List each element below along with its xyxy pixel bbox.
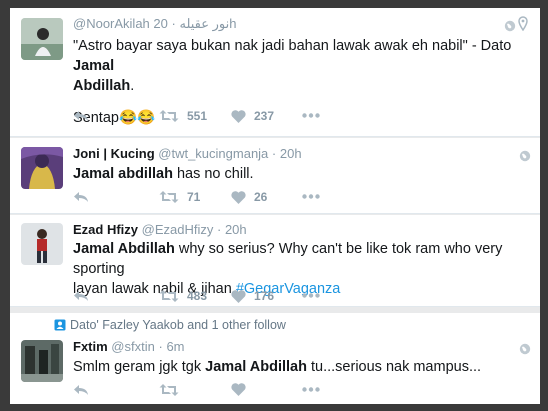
retweet-icon — [159, 110, 179, 122]
timestamp[interactable]: 20h — [225, 222, 247, 237]
like-icon — [231, 383, 246, 396]
tweet-text: Jamal abdillah has no chill. — [73, 164, 513, 184]
social-context-text[interactable]: Dato' Fazley Yaakob and 1 other follow — [70, 318, 286, 332]
highlight-text: Jamal abdillah — [73, 166, 173, 182]
retweet-button[interactable] — [159, 383, 179, 397]
more-button[interactable] — [302, 387, 320, 392]
globe-icon — [519, 342, 531, 355]
display-name[interactable]: Ezad Hfizy — [73, 222, 138, 237]
avatar[interactable] — [21, 18, 63, 60]
highlight-text: Jamal — [73, 58, 115, 74]
like-button[interactable]: 237 — [231, 109, 274, 123]
like-count: 176 — [254, 289, 275, 303]
more-icon — [302, 387, 320, 392]
tweet-text: "Astro bayar saya bukan nak jadi bahan l… — [73, 36, 513, 128]
tweet-text-part: "Astro bayar saya bukan nak jadi bahan l… — [73, 38, 512, 54]
tweet-text-part: . — [130, 78, 135, 94]
handle[interactable]: @EzadHfizy — [142, 222, 214, 237]
like-icon — [231, 109, 246, 123]
highlight-text: Abdillah — [73, 78, 131, 94]
tweet-text-part: tu...serious nak mampus... — [306, 359, 482, 375]
retweet-button[interactable]: 71 — [159, 190, 200, 204]
tweet-text: Smlm geram jgk tgk Jamal Abdillah tu...s… — [73, 357, 513, 377]
tweet-card[interactable]: Ezad Hfizy @EzadHfizy · 20h Jamal Abdill… — [10, 215, 540, 307]
retweet-count: 551 — [187, 109, 208, 123]
like-button[interactable] — [231, 383, 246, 396]
reply-icon — [74, 192, 88, 202]
reply-icon — [74, 111, 88, 121]
more-button[interactable] — [302, 293, 320, 298]
tweet-card[interactable]: Joni | Kucing @twt_kucingmanja · 20h Jam… — [10, 138, 540, 214]
like-icon — [231, 289, 246, 303]
retweet-icon — [159, 290, 179, 302]
tweet-header: Ezad Hfizy @EzadHfizy · 20h — [73, 222, 247, 237]
tweet-header: Fxtim @sfxtin · 6m — [73, 339, 185, 354]
avatar[interactable] — [21, 147, 63, 189]
tweet-text-part: has no chill. — [172, 166, 254, 182]
follow-icon — [54, 319, 66, 334]
like-count: 26 — [254, 190, 268, 204]
tweet-header: @NoorAkilah نور عقيله · 20h — [73, 16, 236, 32]
display-name[interactable]: @NoorAkilah نور عقيله — [73, 16, 229, 31]
like-count: 237 — [254, 109, 275, 123]
reply-button[interactable] — [73, 383, 89, 397]
dot-separator: · — [216, 222, 222, 237]
globe-icon — [504, 19, 516, 32]
reply-button[interactable] — [73, 289, 89, 303]
reply-icon — [74, 291, 88, 301]
like-button[interactable]: 176 — [231, 289, 274, 303]
avatar[interactable] — [21, 340, 63, 382]
avatar[interactable] — [21, 223, 63, 265]
retweet-count: 483 — [187, 289, 208, 303]
dot-separator: · — [158, 339, 163, 354]
handle[interactable]: @twt_kucingmanja — [158, 146, 268, 161]
like-button[interactable]: 26 — [231, 190, 267, 204]
timestamp[interactable]: 6m — [166, 339, 184, 354]
tweet-card[interactable]: @NoorAkilah نور عقيله · 20h "Astro bayar… — [10, 8, 540, 137]
retweet-icon — [159, 191, 179, 203]
more-icon — [302, 293, 320, 298]
timestamp[interactable]: 20h — [280, 146, 302, 161]
more-icon — [302, 194, 320, 199]
tweet-text-part: layan lawak nabil & jihan — [73, 281, 236, 297]
display-name[interactable]: Fxtim — [73, 339, 108, 354]
timeline: @NoorAkilah نور عقيله · 20h "Astro bayar… — [10, 8, 540, 404]
reply-button[interactable] — [73, 109, 89, 123]
retweet-button[interactable]: 551 — [159, 109, 207, 123]
globe-icon — [519, 149, 531, 162]
location-icon[interactable] — [518, 16, 528, 36]
retweet-count: 71 — [187, 190, 201, 204]
tweet-card[interactable]: Dato' Fazley Yaakob and 1 other follow F… — [10, 313, 540, 404]
dot-separator: · — [271, 146, 277, 161]
reply-icon — [74, 385, 88, 395]
more-icon — [302, 113, 320, 118]
display-name[interactable]: Joni | Kucing — [73, 146, 155, 161]
handle[interactable]: @sfxtin — [111, 339, 155, 354]
more-button[interactable] — [302, 194, 320, 199]
retweet-button[interactable]: 483 — [159, 289, 207, 303]
social-context: Dato' Fazley Yaakob and 1 other follow — [54, 318, 286, 334]
highlight-text: Jamal Abdillah — [73, 241, 175, 257]
tweet-header: Joni | Kucing @twt_kucingmanja · 20h — [73, 146, 302, 161]
reply-button[interactable] — [73, 190, 89, 204]
tweet-text-part: Smlm geram jgk tgk — [73, 359, 206, 375]
dot-separator: · — [171, 16, 176, 31]
retweet-icon — [159, 384, 179, 396]
highlight-text: Jamal Abdillah — [205, 359, 307, 375]
more-button[interactable] — [302, 113, 320, 118]
like-icon — [231, 190, 246, 204]
tweet-text: Jamal Abdillah why so serius? Why can't … — [73, 239, 533, 299]
